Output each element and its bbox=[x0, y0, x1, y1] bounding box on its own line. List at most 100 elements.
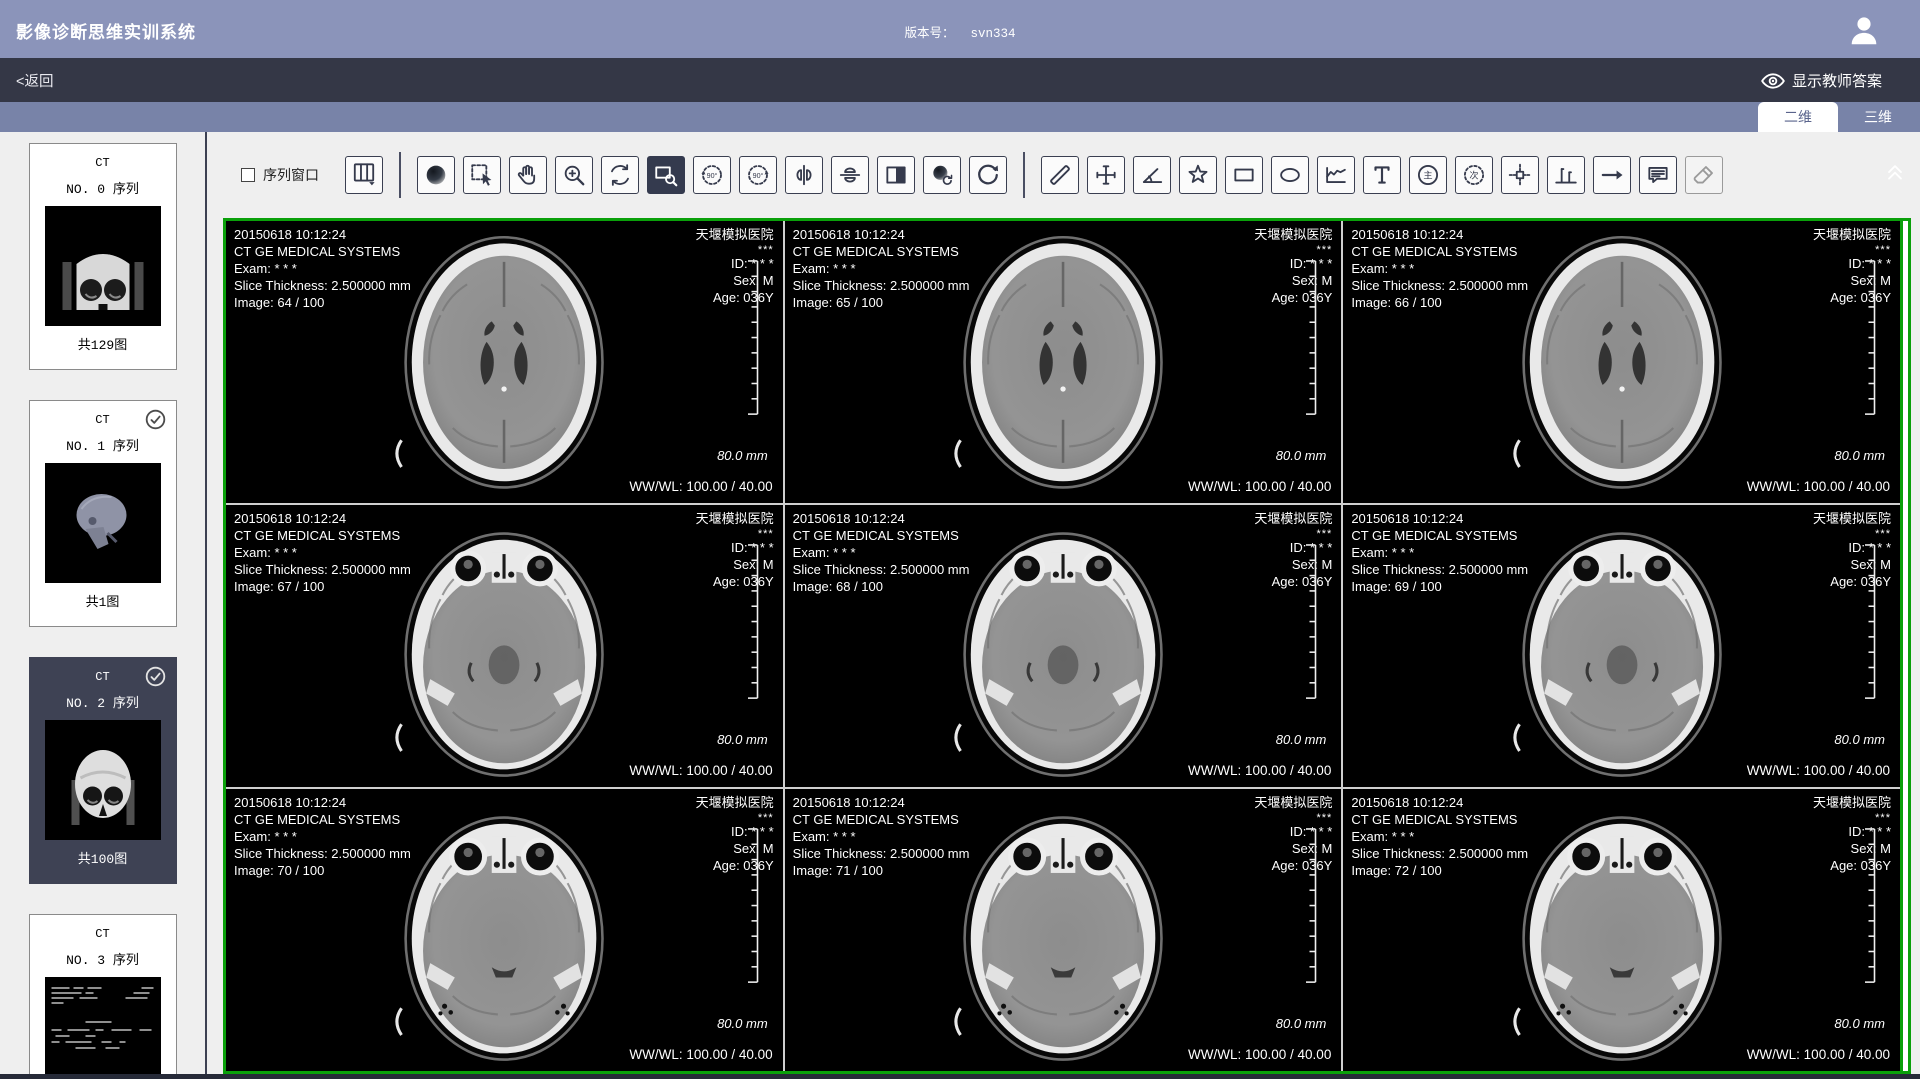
overlay-thickness: Slice Thickness: 2.500000 mm bbox=[1351, 562, 1528, 579]
pan-button[interactable] bbox=[509, 156, 547, 194]
viewport-cell-1[interactable]: 20150618 10:12:24CT GE MEDICAL SYSTEMSEx… bbox=[226, 221, 783, 503]
center-marker-button[interactable] bbox=[1501, 156, 1539, 194]
toolbar-collapse-button[interactable] bbox=[1882, 158, 1912, 188]
select-button[interactable] bbox=[463, 156, 501, 194]
flip-horizontal-button[interactable] bbox=[785, 156, 823, 194]
overlay-top-left: 20150618 10:12:24CT GE MEDICAL SYSTEMSEx… bbox=[1351, 227, 1528, 311]
series-card-2[interactable]: CTNO. 2 序列共100图 bbox=[29, 657, 177, 884]
chevrons-up-icon bbox=[1882, 171, 1908, 188]
scale-ruler bbox=[1305, 544, 1319, 699]
ct-slice-image bbox=[1499, 795, 1745, 1066]
overlay-image-number: Image: 69 / 100 bbox=[1351, 579, 1528, 596]
user-avatar-icon[interactable] bbox=[1846, 12, 1882, 48]
viewport-cell-4[interactable]: 20150618 10:12:24CT GE MEDICAL SYSTEMSEx… bbox=[226, 505, 783, 787]
marker-secondary-button[interactable]: 次 bbox=[1455, 156, 1493, 194]
viewer-scrollbar[interactable] bbox=[1900, 221, 1908, 1071]
window-level-button[interactable] bbox=[417, 156, 455, 194]
measure-ellipse-button[interactable] bbox=[1271, 156, 1309, 194]
overlay-image-number: Image: 70 / 100 bbox=[234, 863, 411, 880]
overlay-datetime: 20150618 10:12:24 bbox=[234, 511, 411, 528]
measure-rect-button[interactable] bbox=[1225, 156, 1263, 194]
zoom-region-icon bbox=[653, 162, 679, 188]
overlay-patient-id: ID: * * * bbox=[696, 824, 774, 841]
overlay-system: CT GE MEDICAL SYSTEMS bbox=[1351, 528, 1528, 545]
measure-cross-icon bbox=[1093, 162, 1119, 188]
overlay-hospital: 天堰模拟医院 bbox=[696, 511, 774, 528]
overlay-system: CT GE MEDICAL SYSTEMS bbox=[793, 244, 970, 261]
overlay-image-number: Image: 68 / 100 bbox=[793, 579, 970, 596]
flip-vertical-button[interactable] bbox=[831, 156, 869, 194]
header-bar: 影像诊断思维实训系统 版本号：svn334 bbox=[0, 0, 1920, 58]
version-info: 版本号：svn334 bbox=[904, 22, 1015, 41]
overlay-top-left: 20150618 10:12:24CT GE MEDICAL SYSTEMSEx… bbox=[234, 227, 411, 311]
overlay-system: CT GE MEDICAL SYSTEMS bbox=[234, 812, 411, 829]
check-circle-icon bbox=[144, 408, 167, 431]
series-window-label: 序列窗口 bbox=[263, 165, 319, 185]
viewport-cell-8[interactable]: 20150618 10:12:24CT GE MEDICAL SYSTEMSEx… bbox=[785, 789, 1342, 1071]
window-reset-button[interactable] bbox=[923, 156, 961, 194]
rotate-left-90-button[interactable]: 90° bbox=[693, 156, 731, 194]
overlay-patient-id: ID: * * * bbox=[1254, 256, 1332, 273]
overlay-exam: Exam: * * * bbox=[234, 545, 411, 562]
toolbar-group-2: 主次 bbox=[1041, 156, 1723, 194]
rotate-right-90-button[interactable]: 90° bbox=[739, 156, 777, 194]
viewport-cell-3[interactable]: 20150618 10:12:24CT GE MEDICAL SYSTEMSEx… bbox=[1343, 221, 1900, 503]
eye-icon bbox=[1760, 68, 1784, 92]
overlay-thickness: Slice Thickness: 2.500000 mm bbox=[793, 846, 970, 863]
comment-annotation-button[interactable] bbox=[1639, 156, 1677, 194]
overlay-system: CT GE MEDICAL SYSTEMS bbox=[1351, 812, 1528, 829]
series-card-3[interactable]: CTNO. 3 序列共1图 bbox=[29, 914, 177, 1079]
eraser-button[interactable] bbox=[1685, 156, 1723, 194]
overlay-patient-id: ID: * * * bbox=[1813, 256, 1891, 273]
show-teacher-answer-button[interactable]: 显示教师答案 bbox=[1760, 68, 1882, 92]
app-root: 影像诊断思维实训系统 版本号：svn334 <返回 显示教师答案 二维 三维 C… bbox=[0, 0, 1920, 1079]
ct-slice-image bbox=[381, 511, 627, 782]
profile-lines-icon bbox=[1553, 162, 1579, 188]
viewport-cell-5[interactable]: 20150618 10:12:24CT GE MEDICAL SYSTEMSEx… bbox=[785, 505, 1342, 787]
invert-button[interactable] bbox=[877, 156, 915, 194]
overlay-top-right: 天堰模拟医院***ID: * * *Sex: MAge: 036Y bbox=[696, 511, 774, 591]
series-card-1[interactable]: CTNO. 1 序列共1图 bbox=[29, 400, 177, 627]
back-button[interactable]: <返回 bbox=[16, 70, 53, 91]
overlay-thickness: Slice Thickness: 2.500000 mm bbox=[1351, 278, 1528, 295]
overlay-hospital: 天堰模拟医院 bbox=[696, 795, 774, 812]
text-annotation-button[interactable] bbox=[1363, 156, 1401, 194]
svg-text:90°: 90° bbox=[707, 172, 718, 180]
viewport-cell-9[interactable]: 20150618 10:12:24CT GE MEDICAL SYSTEMSEx… bbox=[1343, 789, 1900, 1071]
zoom-button[interactable] bbox=[555, 156, 593, 194]
series-window-toggle: 序列窗口 bbox=[241, 165, 319, 185]
rotate-free-button[interactable] bbox=[601, 156, 639, 194]
measure-star-button[interactable] bbox=[1179, 156, 1217, 194]
series-thumbnail bbox=[45, 720, 161, 840]
overlay-sex: Sex: M bbox=[696, 273, 774, 290]
measure-ellipse-icon bbox=[1277, 162, 1303, 188]
viewport-cell-2[interactable]: 20150618 10:12:24CT GE MEDICAL SYSTEMSEx… bbox=[785, 221, 1342, 503]
zoom-region-button[interactable] bbox=[647, 156, 685, 194]
profile-lines-button[interactable] bbox=[1547, 156, 1585, 194]
reset-button[interactable] bbox=[969, 156, 1007, 194]
overlay-age: Age: 036Y bbox=[696, 574, 774, 591]
overlay-top-left: 20150618 10:12:24CT GE MEDICAL SYSTEMSEx… bbox=[234, 795, 411, 879]
ct-slice-image bbox=[940, 795, 1186, 1066]
layout-grid-button[interactable] bbox=[345, 156, 383, 194]
measure-angle-button[interactable] bbox=[1133, 156, 1171, 194]
scale-label: 80.0 mm bbox=[717, 1016, 768, 1033]
tab-2d[interactable]: 二维 bbox=[1758, 102, 1838, 132]
toolbar-divider bbox=[399, 152, 401, 198]
viewport-cell-7[interactable]: 20150618 10:12:24CT GE MEDICAL SYSTEMSEx… bbox=[226, 789, 783, 1071]
toolbar-divider bbox=[1023, 152, 1025, 198]
measure-cross-button[interactable] bbox=[1087, 156, 1125, 194]
marker-primary-button[interactable]: 主 bbox=[1409, 156, 1447, 194]
series-window-checkbox[interactable] bbox=[241, 168, 255, 182]
measure-line-button[interactable] bbox=[1041, 156, 1079, 194]
overlay-age: Age: 036Y bbox=[1254, 290, 1332, 307]
viewport-cell-6[interactable]: 20150618 10:12:24CT GE MEDICAL SYSTEMSEx… bbox=[1343, 505, 1900, 787]
overlay-datetime: 20150618 10:12:24 bbox=[234, 227, 411, 244]
arrow-annotation-button[interactable] bbox=[1593, 156, 1631, 194]
series-card-0[interactable]: CTNO. 0 序列共129图 bbox=[29, 143, 177, 370]
scale-label: 80.0 mm bbox=[1276, 732, 1327, 749]
tab-3d[interactable]: 三维 bbox=[1838, 102, 1918, 132]
series-modality: CT bbox=[30, 156, 176, 170]
marker-secondary-icon: 次 bbox=[1461, 162, 1487, 188]
measure-curve-button[interactable] bbox=[1317, 156, 1355, 194]
